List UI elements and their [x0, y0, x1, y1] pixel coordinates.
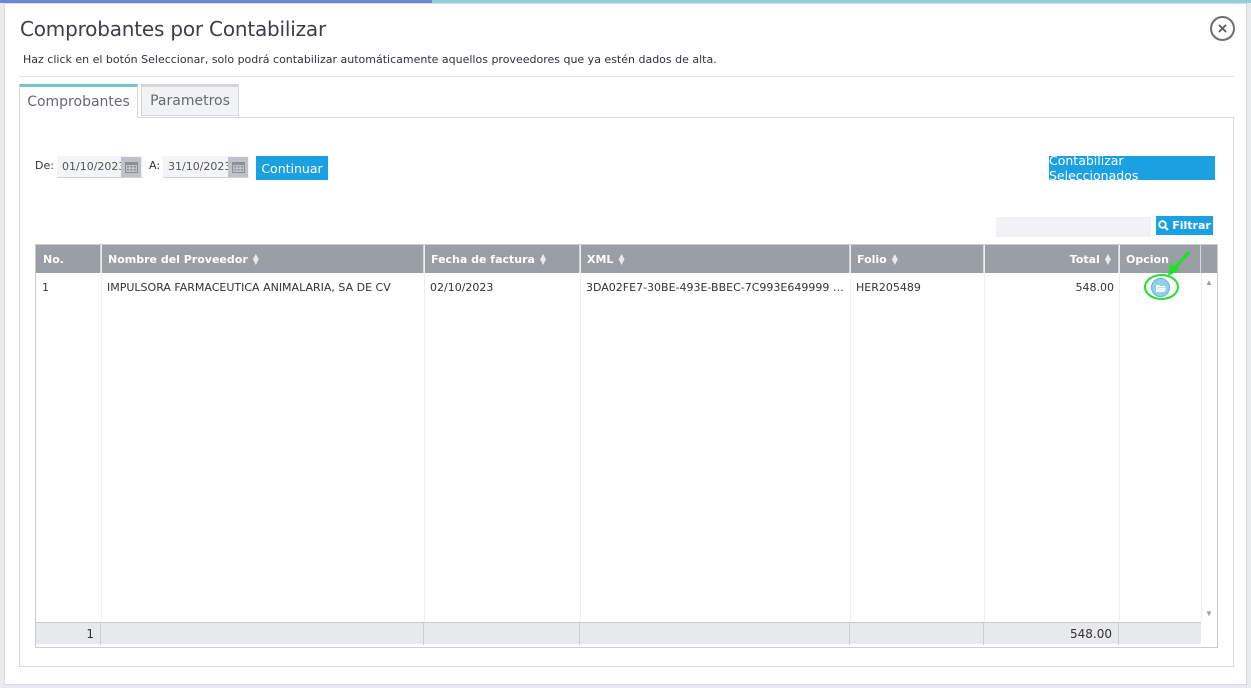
search-icon: [1158, 220, 1169, 231]
footer-total: 548.00: [984, 623, 1119, 645]
column-header-label: Opcion: [1126, 252, 1169, 266]
dialog: Comprobantes por Contabilizar × Haz clic…: [4, 3, 1247, 685]
to-date-label: A:: [149, 159, 161, 172]
column-header-label: Folio: [857, 252, 887, 266]
sort-icon: ▲ ▼: [539, 252, 547, 266]
column-header-total[interactable]: Total ▲ ▼: [984, 245, 1119, 273]
column-header-xml[interactable]: XML ▲ ▼: [580, 245, 850, 273]
grid-footer: 1 548.00: [36, 622, 1201, 645]
sort-icon: ▲ ▼: [618, 252, 625, 266]
select-voucher-button[interactable]: [1151, 278, 1170, 297]
column-header-folio[interactable]: Folio ▲ ▼: [850, 245, 984, 273]
column-header-label: XML: [587, 252, 614, 266]
calendar-icon: [231, 162, 245, 173]
footer-cell: [424, 623, 580, 645]
pointer-arrow-icon: [1168, 251, 1190, 276]
column-header-label: Nombre del Proveedor: [108, 252, 248, 266]
column-header-label: Total: [1069, 252, 1100, 266]
column-divider: [850, 245, 851, 621]
cell-proveedor[interactable]: IMPULSORA FARMACEUTICA ANIMALARIA, SA DE…: [107, 281, 419, 294]
tab-comprobantes[interactable]: Comprobantes: [19, 84, 138, 118]
filter-button[interactable]: Filtrar: [1156, 216, 1213, 235]
grid-scrollbar[interactable]: ▲ ▼: [1201, 273, 1217, 622]
column-header-label: Fecha de factura: [431, 252, 535, 266]
vouchers-grid: No. Nombre del Proveedor ▲ ▼ Fecha de fact…: [35, 244, 1218, 648]
cell-xml[interactable]: 3DA02FE7-30BE-493E-BBEC-7C993E649999 COM…: [586, 281, 846, 294]
from-date-label: De:: [35, 159, 54, 172]
footer-cell: [1119, 623, 1201, 645]
cell-fecha[interactable]: 02/10/2023: [430, 281, 575, 294]
cell-no[interactable]: 1: [42, 281, 97, 294]
cell-total[interactable]: 548.00: [988, 281, 1115, 294]
close-icon: ×: [1217, 19, 1228, 38]
footer-cell: [580, 623, 850, 645]
calendar-icon: [124, 162, 138, 173]
column-header-proveedor[interactable]: Nombre del Proveedor ▲ ▼: [101, 245, 424, 273]
to-date-calendar-button[interactable]: [228, 157, 248, 177]
sort-icon: ▲ ▼: [1104, 252, 1111, 266]
cell-folio[interactable]: HER205489: [856, 281, 981, 294]
header-divider: [19, 76, 1234, 77]
footer-cell: [850, 623, 984, 645]
dialog-title: Comprobantes por Contabilizar: [20, 17, 326, 41]
column-divider: [424, 245, 425, 621]
column-divider: [984, 245, 985, 621]
footer-count: 1: [36, 623, 101, 645]
column-header-fecha[interactable]: Fecha de factura ▲ ▼: [424, 245, 580, 273]
column-header-no[interactable]: No.: [36, 245, 101, 273]
open-folder-icon: [1155, 284, 1166, 292]
footer-cell: [101, 623, 424, 645]
dialog-subtitle: Haz click en el botón Seleccionar, solo …: [23, 53, 717, 66]
column-divider: [1119, 245, 1120, 621]
search-input[interactable]: [996, 217, 1151, 237]
column-divider: [101, 245, 102, 621]
column-divider: [580, 245, 581, 621]
continue-button[interactable]: Continuar: [256, 156, 328, 180]
close-button[interactable]: ×: [1210, 16, 1235, 41]
post-selected-button[interactable]: Contabilizar Seleccionados: [1049, 153, 1215, 183]
column-header-label: No.: [43, 252, 64, 266]
tab-parametros[interactable]: Parametros: [141, 84, 239, 116]
scroll-down-icon[interactable]: ▼: [1205, 609, 1213, 618]
filter-button-label: Filtrar: [1172, 219, 1211, 232]
sort-icon: ▲ ▼: [252, 252, 259, 266]
grid-header-corner: [1201, 245, 1217, 273]
scroll-up-icon[interactable]: ▲: [1205, 278, 1213, 287]
from-date-calendar-button[interactable]: [121, 157, 141, 177]
sort-icon: ▲ ▼: [891, 252, 898, 266]
